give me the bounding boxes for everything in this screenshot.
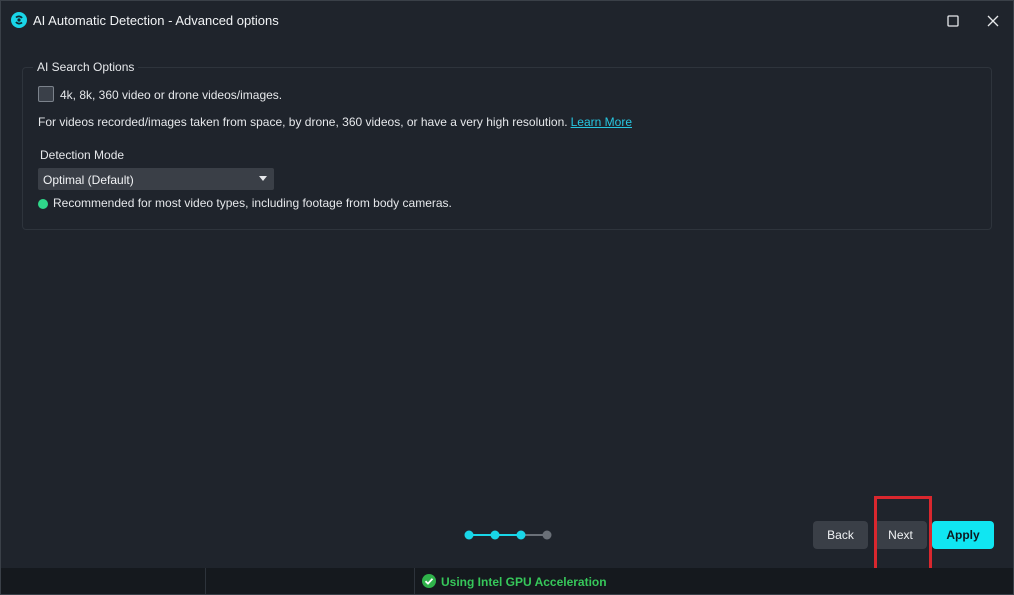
close-button[interactable] (982, 10, 1004, 32)
app-logo-icon (11, 12, 27, 28)
check-circle-icon (422, 574, 436, 588)
maximize-icon (947, 15, 959, 27)
detection-mode-value: Optimal (Default) (43, 173, 134, 187)
detection-mode-dropdown[interactable]: Optimal (Default) (38, 168, 274, 190)
step-indicator (464, 530, 552, 540)
step-dot-1 (464, 530, 474, 540)
learn-more-link[interactable]: Learn More (571, 115, 632, 129)
group-title: AI Search Options (33, 60, 139, 74)
back-button[interactable]: Back (813, 521, 868, 549)
chevron-down-icon (259, 176, 267, 181)
advanced-options-window: AI Automatic Detection - Advanced option… (0, 0, 1014, 595)
status-bar: Using Intel GPU Acceleration (1, 568, 1013, 594)
description: For videos recorded/images taken from sp… (38, 115, 568, 129)
step-dot-4 (542, 530, 552, 540)
checkbox-label[interactable]: 4k, 8k, 360 video or drone videos/images… (60, 88, 282, 102)
step-dot-3 (516, 530, 526, 540)
status-divider (414, 568, 415, 594)
recommendation-text: Recommended for most video types, includ… (53, 196, 452, 210)
next-button[interactable]: Next (874, 521, 927, 549)
title-bar: AI Automatic Detection - Advanced option… (1, 1, 1013, 41)
status-dot-icon (38, 199, 48, 209)
maximize-button[interactable] (942, 10, 964, 32)
status-divider (205, 568, 206, 594)
detection-mode-label: Detection Mode (40, 148, 125, 162)
high-resolution-checkbox[interactable] (38, 86, 54, 102)
window-title: AI Automatic Detection - Advanced option… (33, 13, 279, 28)
apply-button[interactable]: Apply (932, 521, 994, 549)
gpu-acceleration-text: Using Intel GPU Acceleration (441, 575, 607, 589)
step-dot-2 (490, 530, 500, 540)
description-text: For videos recorded/images taken from sp… (38, 115, 632, 129)
close-icon (987, 15, 999, 27)
